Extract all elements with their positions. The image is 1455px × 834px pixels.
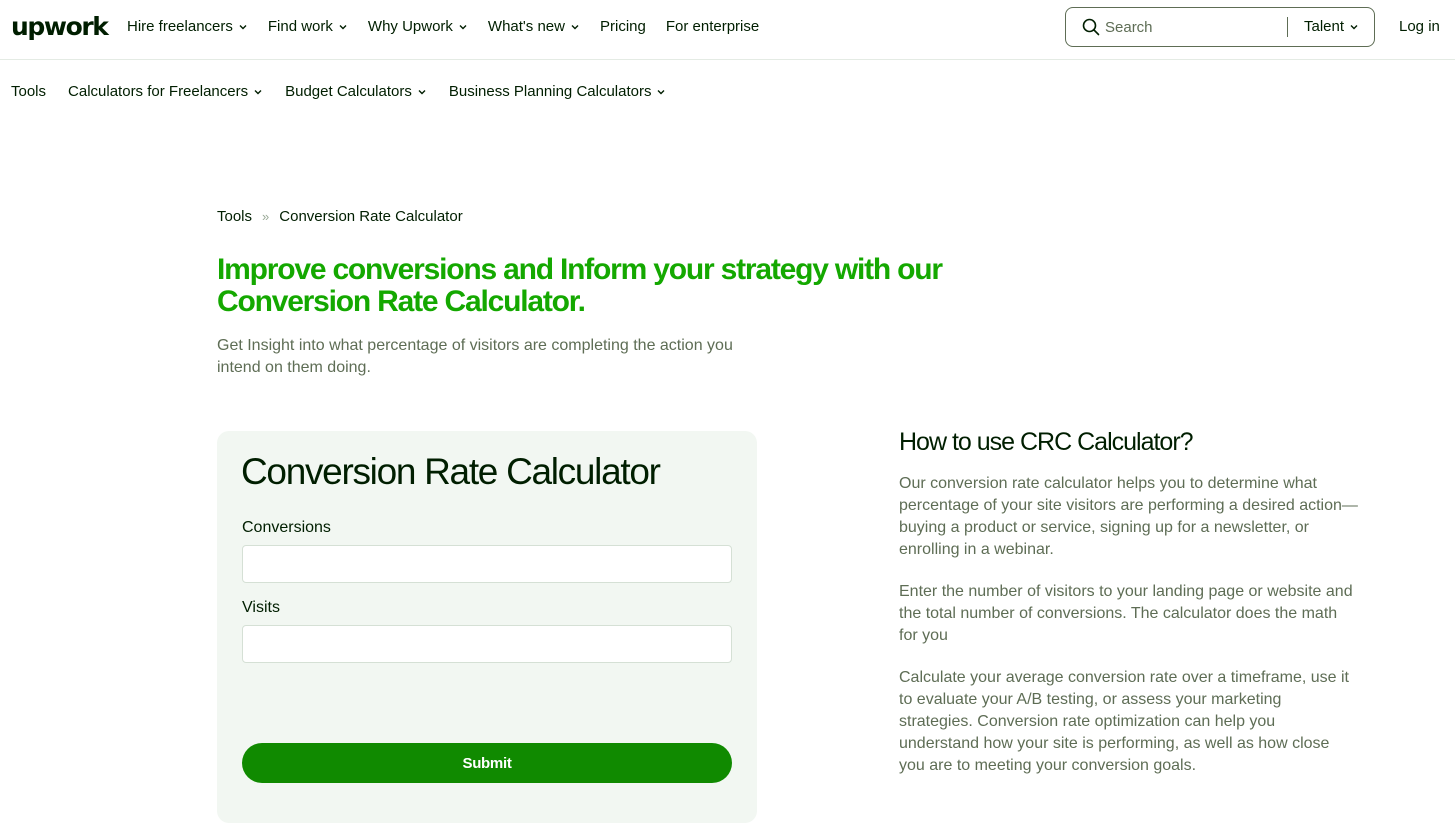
upwork-logo[interactable]: upwork bbox=[11, 12, 109, 41]
nav-hire-freelancers[interactable]: Hire freelancers bbox=[127, 18, 248, 35]
nav-pricing[interactable]: Pricing bbox=[600, 18, 646, 35]
nav-label: Hire freelancers bbox=[127, 18, 233, 35]
nav-for-enterprise[interactable]: For enterprise bbox=[666, 18, 759, 35]
subnav-budget-calculators[interactable]: Budget Calculators bbox=[285, 83, 427, 100]
nav-label: What's new bbox=[487, 18, 565, 35]
main-nav: Hire freelancers Find work Why Upwork Wh… bbox=[127, 18, 779, 35]
conversions-label: Conversions bbox=[242, 519, 331, 536]
top-navigation: upwork Hire freelancers Find work Why Up… bbox=[0, 0, 1455, 60]
login-link[interactable]: Log in bbox=[1399, 18, 1440, 35]
visits-input[interactable] bbox=[242, 625, 732, 663]
nav-why-upwork[interactable]: Why Upwork bbox=[368, 18, 468, 35]
breadcrumb-separator: » bbox=[262, 209, 270, 224]
page-title: Improve conversions and Inform your stra… bbox=[217, 253, 943, 318]
chevron-down-icon bbox=[1349, 22, 1359, 32]
nav-label: Find work bbox=[267, 18, 333, 35]
search-scope-label: Talent bbox=[1304, 18, 1345, 35]
search-divider bbox=[1287, 17, 1288, 37]
calculator-title: Conversion Rate Calculator bbox=[241, 451, 661, 492]
chevron-down-icon bbox=[238, 22, 248, 32]
conversions-input[interactable] bbox=[242, 545, 732, 583]
visits-label: Visits bbox=[242, 599, 280, 616]
chevron-down-icon bbox=[570, 22, 580, 32]
nav-whats-new[interactable]: What's new bbox=[488, 18, 580, 35]
chevron-down-icon bbox=[253, 87, 263, 97]
subnav-calculators-for-freelancers[interactable]: Calculators for Freelancers bbox=[68, 83, 263, 100]
subnav-tools[interactable]: Tools bbox=[11, 83, 46, 100]
page-subtitle: Get Insight into what percentage of visi… bbox=[217, 337, 733, 376]
chevron-down-icon bbox=[338, 22, 348, 32]
search-input[interactable] bbox=[1105, 16, 1285, 38]
subnav-label: Calculators for Freelancers bbox=[68, 83, 249, 100]
calculator-card: Conversion Rate Calculator Conversions V… bbox=[217, 431, 757, 823]
breadcrumb-tools-link[interactable]: Tools bbox=[217, 208, 252, 225]
search-scope-dropdown[interactable]: Talent bbox=[1304, 18, 1359, 35]
search-bar: Talent bbox=[1065, 7, 1375, 47]
breadcrumb: Tools » Conversion Rate Calculator bbox=[217, 208, 463, 225]
chevron-down-icon bbox=[656, 87, 666, 97]
subnav-label: Budget Calculators bbox=[285, 83, 412, 100]
subnav-business-planning-calculators[interactable]: Business Planning Calculators bbox=[449, 83, 667, 100]
how-to-paragraph: Calculate your average conversion rate o… bbox=[899, 669, 1349, 774]
how-to-title: How to use CRC Calculator? bbox=[899, 428, 1194, 456]
nav-find-work[interactable]: Find work bbox=[268, 18, 348, 35]
breadcrumb-current: Conversion Rate Calculator bbox=[279, 208, 463, 225]
chevron-down-icon bbox=[458, 22, 468, 32]
tools-subnav: Tools Calculators for Freelancers Budget… bbox=[11, 83, 688, 100]
submit-button[interactable]: Submit bbox=[242, 743, 732, 783]
nav-label: Why Upwork bbox=[367, 18, 453, 35]
subnav-label: Business Planning Calculators bbox=[448, 83, 652, 100]
search-icon[interactable] bbox=[1082, 18, 1100, 36]
how-to-paragraph: Enter the number of visitors to your lan… bbox=[899, 583, 1353, 644]
how-to-paragraph: Our conversion rate calculator helps you… bbox=[899, 475, 1358, 558]
chevron-down-icon bbox=[417, 87, 427, 97]
